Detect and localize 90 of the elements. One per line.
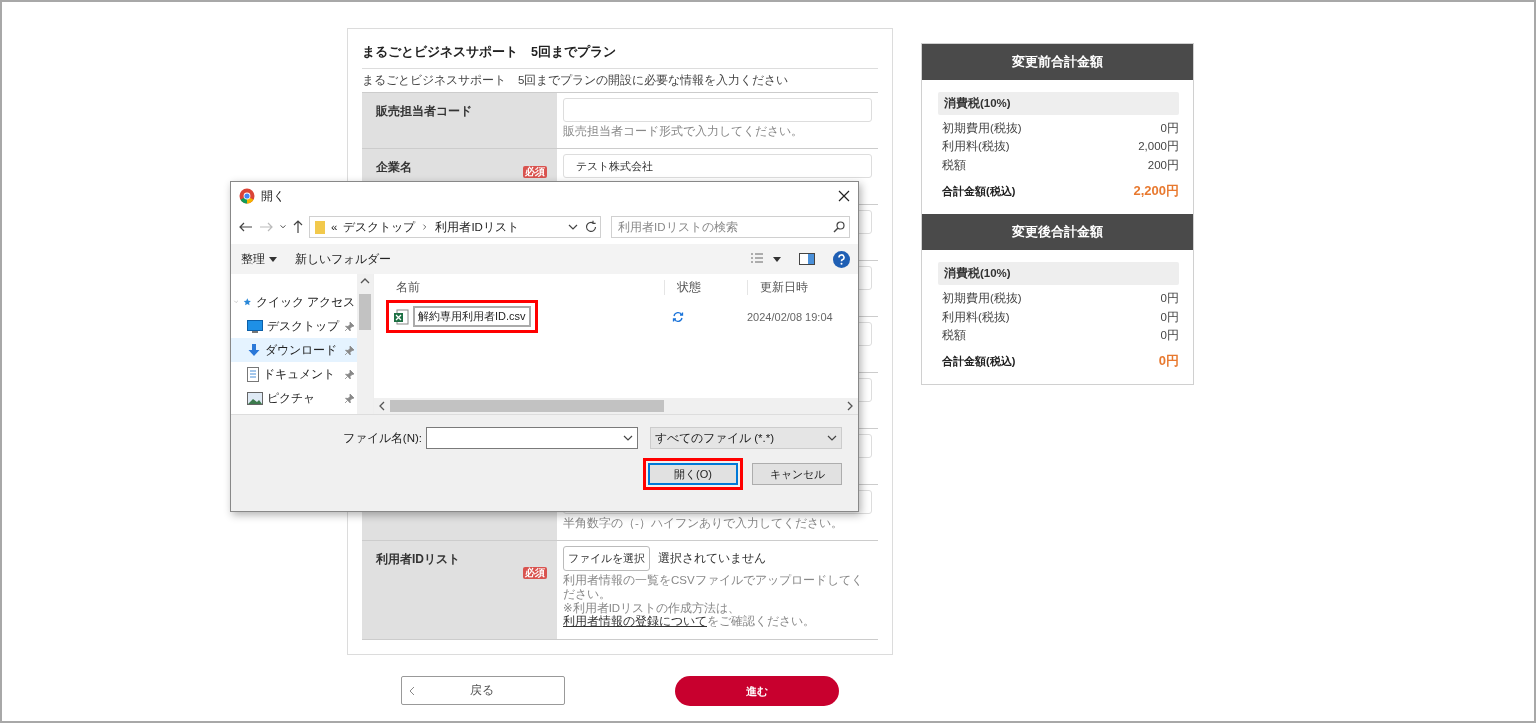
back-arrow-icon[interactable] xyxy=(239,222,253,232)
open-button[interactable]: 開く(O) xyxy=(648,463,738,485)
pin-icon[interactable] xyxy=(344,368,355,380)
search-icon xyxy=(833,221,845,233)
form-description: まるごとビジネスサポート 5回までプランの開設に必要な情報を入力ください xyxy=(362,73,790,89)
pin-icon[interactable] xyxy=(344,392,355,404)
fee-value: 0円 xyxy=(1160,291,1179,306)
summary-header: 変更前合計金額 xyxy=(922,44,1193,80)
file-type-dropdown[interactable]: すべてのファイル (*.*) xyxy=(650,427,842,449)
caret-icon xyxy=(269,256,277,262)
nav-item[interactable]: ピクチャ xyxy=(231,386,357,410)
field-hint: ※利用者IDリストの作成方法は、 利用者情報の登録についてをご確認ください。 xyxy=(563,601,816,630)
fee-label: 初期費用(税抜) xyxy=(942,121,1022,136)
preview-pane-icon[interactable] xyxy=(799,253,815,265)
close-icon[interactable] xyxy=(838,190,850,202)
fee-value: 200円 xyxy=(1147,157,1179,173)
image-icon xyxy=(247,391,263,405)
search-field[interactable]: 利用者IDリストの検索 xyxy=(611,216,850,238)
folder-icon xyxy=(315,220,325,234)
tax-heading: 消費税(10%) xyxy=(938,262,1179,286)
total-label: 合計金額(税込) xyxy=(942,353,1016,369)
fee-label: 利用料(税抜) xyxy=(942,139,1010,154)
fee-value: 2,000円 xyxy=(1138,139,1179,154)
tax-heading: 消費税(10%) xyxy=(938,92,1179,115)
download-arrow-icon xyxy=(247,343,261,357)
chevron-left-icon xyxy=(408,685,416,696)
scroll-thumb[interactable] xyxy=(359,294,371,330)
refresh-icon[interactable] xyxy=(584,220,598,234)
filename-label: ファイル名(N): xyxy=(342,430,422,446)
dialog-title: 開く xyxy=(261,188,285,204)
address-bar[interactable]: « デスクトップ 利用者IDリスト xyxy=(309,216,601,238)
column-header[interactable]: 名前 xyxy=(382,279,664,295)
column-header[interactable]: 状態 xyxy=(664,279,747,295)
fee-label: 利用料(税抜) xyxy=(942,309,1010,324)
scroll-left-icon[interactable] xyxy=(378,401,386,411)
choose-file-button[interactable]: ファイルを選択 xyxy=(563,546,650,571)
path-prefix: « xyxy=(331,221,338,233)
breadcrumb[interactable]: 利用者IDリスト xyxy=(435,219,519,235)
total-value: 0円 xyxy=(1158,352,1179,371)
monitor-icon xyxy=(247,319,263,333)
field-label: 企業名 xyxy=(376,159,412,176)
spreadsheet-file-icon xyxy=(393,308,409,325)
field-hint: 半角数字の（-）ハイフンありで入力してください。 xyxy=(563,517,844,531)
back-button[interactable]: 戻る xyxy=(401,676,565,706)
text-field[interactable]: テスト株式会社 xyxy=(563,154,872,178)
sync-icon xyxy=(672,310,684,323)
total-value: 2,200円 xyxy=(1133,182,1179,201)
browser-logo-icon xyxy=(239,188,255,204)
breadcrumb[interactable]: デスクトップ xyxy=(343,219,416,235)
fee-value: 0円 xyxy=(1160,327,1179,343)
scroll-thumb[interactable] xyxy=(390,400,664,412)
help-icon[interactable] xyxy=(833,250,850,268)
nav-item[interactable]: クイック アクセス xyxy=(231,290,357,314)
fee-label: 初期費用(税抜) xyxy=(942,291,1022,306)
cancel-button[interactable]: キャンセル xyxy=(752,463,842,485)
file-status: 選択されていません xyxy=(658,551,766,566)
field-label: 利用者IDリスト xyxy=(376,551,460,568)
document-icon xyxy=(247,366,259,382)
pin-icon[interactable] xyxy=(344,320,355,332)
organize-button[interactable]: 整理 xyxy=(241,251,277,267)
field-hint: 販売担当者コード形式で入力してください。 xyxy=(563,125,804,139)
required-badge: 必須 xyxy=(523,166,547,178)
field-hint: 利用者情報の一覧をCSVファイルでアップロードしてください。 xyxy=(563,574,864,602)
fee-label: 税額 xyxy=(942,327,966,343)
column-header[interactable]: 更新日時 xyxy=(747,279,847,295)
scroll-right-icon[interactable] xyxy=(846,401,854,411)
filename-field[interactable] xyxy=(426,427,638,449)
pin-icon[interactable] xyxy=(344,344,355,356)
nav-item[interactable]: デスクトップ xyxy=(231,314,357,338)
required-badge: 必須 xyxy=(523,567,547,579)
up-arrow-icon[interactable] xyxy=(293,220,303,234)
dropdown-caret-icon[interactable] xyxy=(623,433,633,443)
total-label: 合計金額(税込) xyxy=(942,183,1016,199)
modified-date: 2024/02/08 19:04 xyxy=(747,310,834,323)
dropdown-caret-icon[interactable] xyxy=(827,433,837,443)
view-options-icon[interactable] xyxy=(751,253,781,265)
next-button[interactable]: 進む xyxy=(675,676,839,707)
fee-value: 0円 xyxy=(1160,121,1179,136)
dropdown-caret-icon[interactable] xyxy=(568,222,578,232)
fee-label: 税額 xyxy=(942,157,966,173)
nav-item[interactable]: ダウンロード xyxy=(231,338,357,362)
text-field[interactable] xyxy=(563,98,872,122)
help-link[interactable]: 利用者情報の登録について xyxy=(563,615,707,628)
form-title: まるごとビジネスサポート 5回までプラン xyxy=(362,39,878,69)
filename-edit-field[interactable]: 解約専用利用者ID.csv xyxy=(413,306,531,327)
nav-item[interactable]: ドキュメント xyxy=(231,362,357,386)
summary-header: 変更後合計金額 xyxy=(922,214,1193,251)
fee-value: 0円 xyxy=(1160,309,1179,324)
new-folder-button[interactable]: 新しいフォルダー xyxy=(295,251,391,267)
field-label: 販売担当者コード xyxy=(376,103,472,120)
